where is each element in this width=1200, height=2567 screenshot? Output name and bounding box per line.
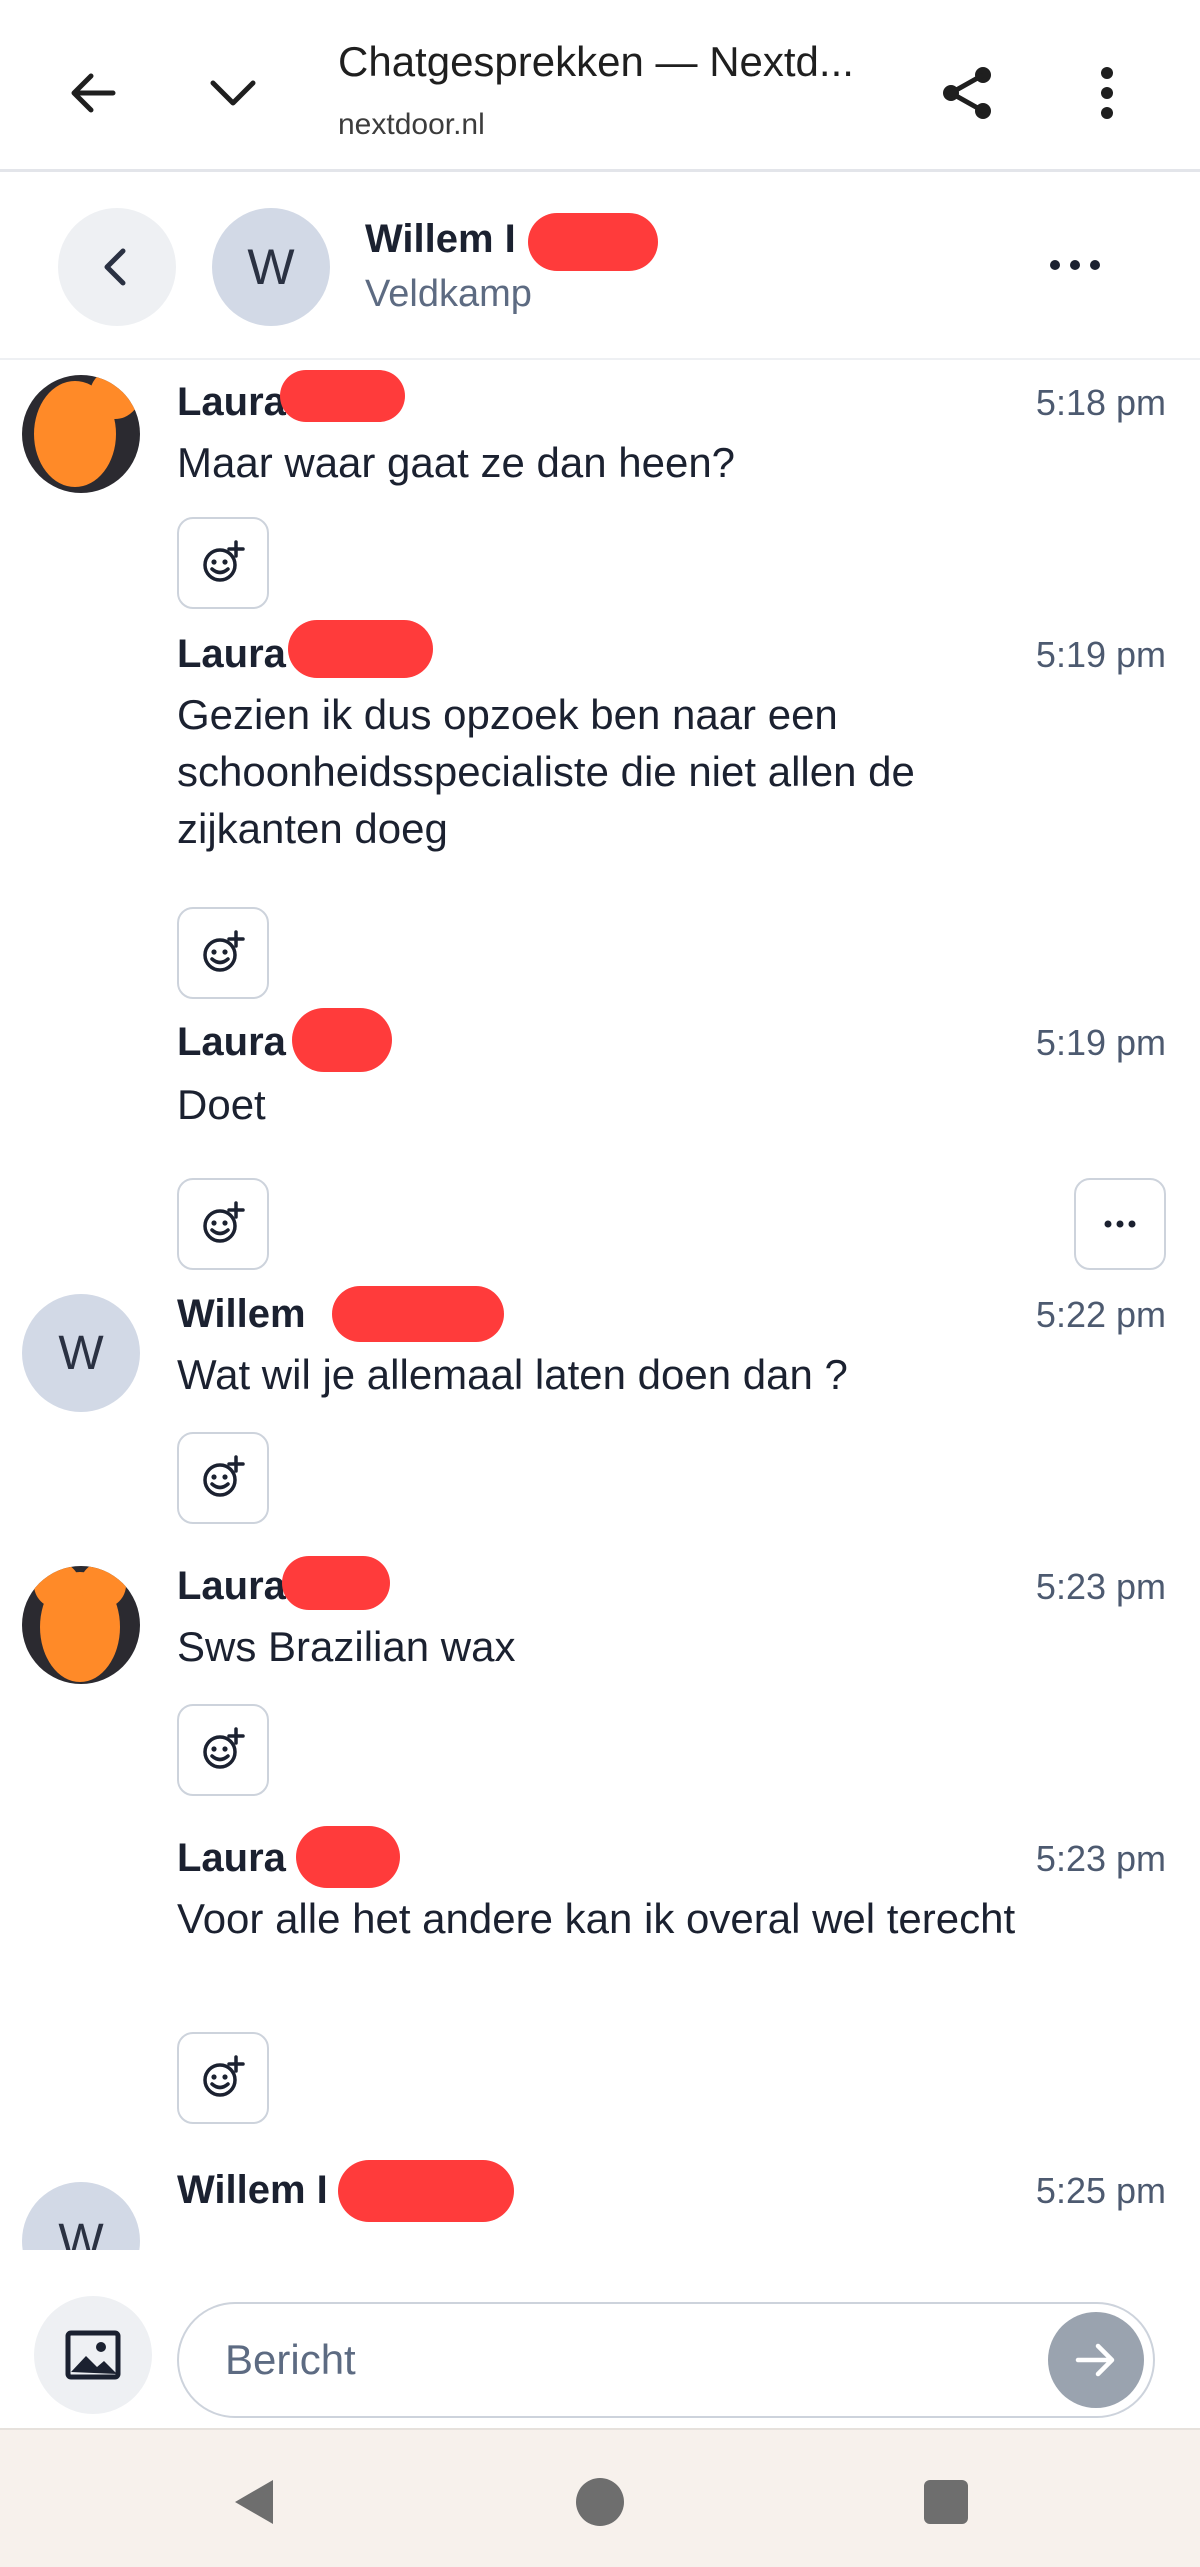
message-more-button[interactable] — [1074, 1178, 1166, 1270]
share-icon[interactable] — [922, 48, 1012, 138]
redaction-mark — [288, 620, 433, 678]
send-arrow-icon — [1075, 2343, 1115, 2377]
message-sender: Laura — [177, 380, 286, 424]
message-time: 5:19 pm — [1035, 1022, 1166, 1063]
browser-toolbar: Chatgesprekken — Nextd... nextdoor.nl — [0, 0, 1200, 172]
system-navigation-bar — [0, 2428, 1200, 2567]
message-time: 5:25 pm — [1035, 2170, 1166, 2211]
chevron-down-icon[interactable] — [188, 48, 278, 138]
browser-page-title[interactable]: Chatgesprekken — Nextd... — [338, 38, 854, 86]
browser-url[interactable]: nextdoor.nl — [338, 108, 485, 142]
conversation-back-button[interactable] — [58, 208, 176, 326]
message-time: 5:22 pm — [1035, 1294, 1166, 1335]
message-time: 5:18 pm — [1035, 382, 1166, 423]
nav-home-icon[interactable] — [560, 2462, 640, 2542]
attach-image-button[interactable] — [34, 2296, 152, 2414]
nav-back-icon[interactable] — [214, 2462, 294, 2542]
redaction-mark — [528, 213, 658, 271]
add-reaction-button[interactable] — [177, 1178, 269, 1270]
conversation-name[interactable]: Willem I — [365, 217, 516, 262]
conversation-header: W Willem I Veldkamp — [0, 175, 1200, 360]
sender-avatar[interactable] — [22, 1566, 140, 1684]
add-reaction-button[interactable] — [177, 517, 269, 609]
redaction-mark — [282, 1556, 390, 1610]
redaction-mark — [332, 1286, 504, 1342]
message-time: 5:23 pm — [1035, 1566, 1166, 1607]
message-sender: Willem — [177, 1292, 306, 1336]
message-sender: Laura — [177, 1836, 286, 1880]
message-text: Doet — [177, 1081, 266, 1128]
more-horizontal-icon — [1104, 1220, 1136, 1228]
add-reaction-button[interactable] — [177, 1704, 269, 1796]
add-reaction-icon — [203, 1201, 245, 1243]
kebab-menu-icon[interactable] — [1062, 48, 1152, 138]
redaction-mark — [292, 1008, 392, 1072]
conversation-subtitle: Veldkamp — [365, 273, 532, 315]
message-sender: Willem I — [177, 2168, 328, 2212]
add-reaction-button[interactable] — [177, 2032, 269, 2124]
add-reaction-button[interactable] — [177, 1432, 269, 1524]
message-sender: Laura — [177, 1020, 286, 1064]
message-sender: Laura — [177, 632, 286, 676]
nav-recents-icon[interactable] — [906, 2462, 986, 2542]
message-input[interactable] — [177, 2302, 1155, 2418]
redaction-mark — [280, 370, 405, 422]
add-reaction-icon — [203, 1455, 245, 1497]
conversation-avatar[interactable]: W — [212, 208, 330, 326]
message-composer — [0, 2250, 1200, 2428]
message-sender: Laura — [177, 1564, 286, 1608]
message-time: 5:19 pm — [1035, 634, 1166, 675]
add-reaction-icon — [203, 540, 245, 582]
message-text: Gezien ik dus opzoek ben naar een schoon… — [177, 691, 915, 852]
add-reaction-icon — [203, 1727, 245, 1769]
redaction-mark — [296, 1826, 400, 1888]
add-reaction-button[interactable] — [177, 907, 269, 999]
more-horizontal-icon[interactable] — [1030, 220, 1120, 310]
add-reaction-icon — [203, 2055, 245, 2097]
message-text: Voor alle het andere kan ik overal wel t… — [177, 1895, 1016, 1942]
message-text: Wat wil je allemaal laten doen dan ? — [177, 1351, 848, 1398]
message-text: Maar waar gaat ze dan heen? — [177, 439, 736, 486]
sender-avatar[interactable] — [22, 375, 140, 493]
add-reaction-icon — [203, 930, 245, 972]
image-icon — [65, 2330, 121, 2380]
chevron-left-icon — [104, 248, 126, 286]
send-button[interactable] — [1048, 2312, 1144, 2408]
sender-avatar[interactable]: W — [22, 1294, 140, 1412]
message-time: 5:23 pm — [1035, 1838, 1166, 1879]
message-text: Sws Brazilian wax — [177, 1623, 516, 1670]
message-list[interactable]: Laura 5:18 pm Maar waar gaat ze dan heen… — [0, 362, 1200, 2250]
back-arrow-icon[interactable] — [48, 48, 138, 138]
redaction-mark — [338, 2160, 514, 2222]
sender-avatar[interactable]: W — [22, 2182, 140, 2250]
